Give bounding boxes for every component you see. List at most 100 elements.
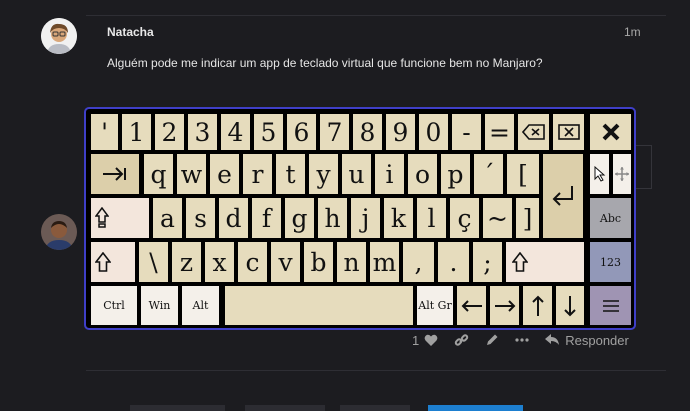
pointer-key[interactable] — [589, 153, 610, 195]
close-keyboard-key[interactable] — [589, 113, 632, 151]
like-button[interactable]: 1 — [412, 333, 438, 348]
alt-key[interactable]: Alt — [181, 285, 220, 326]
key[interactable]: ] — [515, 197, 540, 239]
key[interactable]: 8 — [352, 113, 383, 151]
bottom-tab-active[interactable] — [428, 405, 523, 411]
key[interactable]: o — [407, 153, 438, 195]
key[interactable]: u — [341, 153, 372, 195]
post-username[interactable]: Natacha — [107, 25, 154, 39]
key[interactable]: e — [209, 153, 240, 195]
altgr-key[interactable]: Alt Gr — [416, 285, 454, 326]
key[interactable]: y — [308, 153, 339, 195]
shift-icon — [95, 252, 111, 272]
arrow-up-icon — [531, 295, 544, 316]
edit-button[interactable] — [485, 333, 499, 347]
key[interactable]: 0 — [418, 113, 449, 151]
key[interactable]: n — [336, 241, 367, 283]
key[interactable]: - — [451, 113, 482, 151]
menu-icon — [602, 299, 619, 312]
arrow-left-icon — [461, 299, 482, 312]
key[interactable]: a — [152, 197, 183, 239]
key[interactable]: k — [383, 197, 414, 239]
space-key[interactable] — [224, 285, 414, 326]
key[interactable]: d — [218, 197, 249, 239]
key[interactable]: c — [237, 241, 268, 283]
shift-left-key[interactable] — [90, 241, 136, 283]
key[interactable]: b — [303, 241, 334, 283]
arrow-right-key[interactable] — [489, 285, 520, 326]
copy-link-button[interactable] — [454, 333, 469, 348]
avatar-image — [41, 18, 77, 54]
enter-key[interactable] — [542, 153, 584, 239]
key[interactable]: . — [437, 241, 470, 283]
abc-layout-key[interactable]: Abc — [589, 197, 632, 239]
key[interactable]: 2 — [154, 113, 185, 151]
key[interactable]: ' — [90, 113, 119, 151]
shift-right-key[interactable] — [505, 241, 585, 283]
key[interactable]: \ — [138, 241, 169, 283]
key[interactable]: w — [176, 153, 207, 195]
key[interactable]: r — [242, 153, 273, 195]
avatar[interactable] — [41, 214, 77, 250]
more-dots-icon — [515, 338, 529, 342]
key[interactable]: x — [204, 241, 235, 283]
like-count: 1 — [412, 332, 420, 348]
key[interactable]: [ — [506, 153, 540, 195]
bottom-tab[interactable] — [130, 405, 225, 411]
key[interactable]: , — [402, 241, 435, 283]
more-button[interactable] — [515, 338, 529, 342]
arrow-down-icon — [564, 295, 576, 316]
key[interactable]: p — [440, 153, 471, 195]
key[interactable]: v — [270, 241, 301, 283]
arrow-left-key[interactable] — [456, 285, 487, 326]
key[interactable]: 6 — [286, 113, 317, 151]
ctrl-key[interactable]: Ctrl — [90, 285, 138, 326]
delete-key[interactable] — [552, 113, 585, 151]
key[interactable]: l — [416, 197, 447, 239]
key[interactable]: 3 — [187, 113, 218, 151]
arrow-up-key[interactable] — [522, 285, 553, 326]
key[interactable]: s — [185, 197, 216, 239]
tab-key[interactable] — [90, 153, 140, 195]
key[interactable]: f — [251, 197, 282, 239]
reply-label: Responder — [565, 332, 629, 348]
caps-lock-key[interactable] — [90, 197, 150, 239]
key[interactable]: 1 — [121, 113, 152, 151]
key[interactable]: t — [275, 153, 306, 195]
key[interactable]: 5 — [253, 113, 284, 151]
arrow-down-key[interactable] — [555, 285, 585, 326]
move-key[interactable] — [612, 153, 632, 195]
avatar[interactable] — [41, 18, 77, 54]
post-body: Alguém pode me indicar um app de teclado… — [107, 56, 543, 70]
post-time[interactable]: 1m — [624, 25, 641, 39]
key[interactable]: = — [484, 113, 515, 151]
numeric-layout-key[interactable]: 123 — [589, 241, 632, 283]
link-icon — [455, 333, 469, 346]
key[interactable]: i — [374, 153, 405, 195]
menu-key[interactable] — [589, 285, 632, 326]
key[interactable]: ç — [449, 197, 480, 239]
heart-icon — [424, 334, 438, 346]
key[interactable]: ; — [472, 241, 503, 283]
key[interactable]: h — [317, 197, 348, 239]
bottom-tab[interactable] — [340, 405, 410, 411]
key[interactable]: 9 — [385, 113, 416, 151]
virtual-keyboard: ' 1 2 3 4 5 6 7 8 9 0 - = q w e r t y u … — [84, 107, 636, 330]
shift-icon — [512, 252, 528, 272]
bottom-tab[interactable] — [245, 405, 325, 411]
key[interactable]: 7 — [319, 113, 350, 151]
key[interactable]: j — [350, 197, 381, 239]
key[interactable]: 4 — [220, 113, 251, 151]
key[interactable]: z — [171, 241, 202, 283]
key[interactable]: ~ — [482, 197, 513, 239]
key[interactable]: ´ — [473, 153, 504, 195]
key[interactable]: g — [284, 197, 315, 239]
key[interactable]: m — [369, 241, 400, 283]
reply-icon — [545, 334, 560, 345]
reply-button[interactable]: Responder — [545, 333, 629, 348]
win-key[interactable]: Win — [140, 285, 179, 326]
key[interactable]: q — [143, 153, 174, 195]
delete-icon — [557, 124, 580, 140]
backspace-key[interactable] — [517, 113, 550, 151]
tab-icon — [103, 167, 126, 181]
